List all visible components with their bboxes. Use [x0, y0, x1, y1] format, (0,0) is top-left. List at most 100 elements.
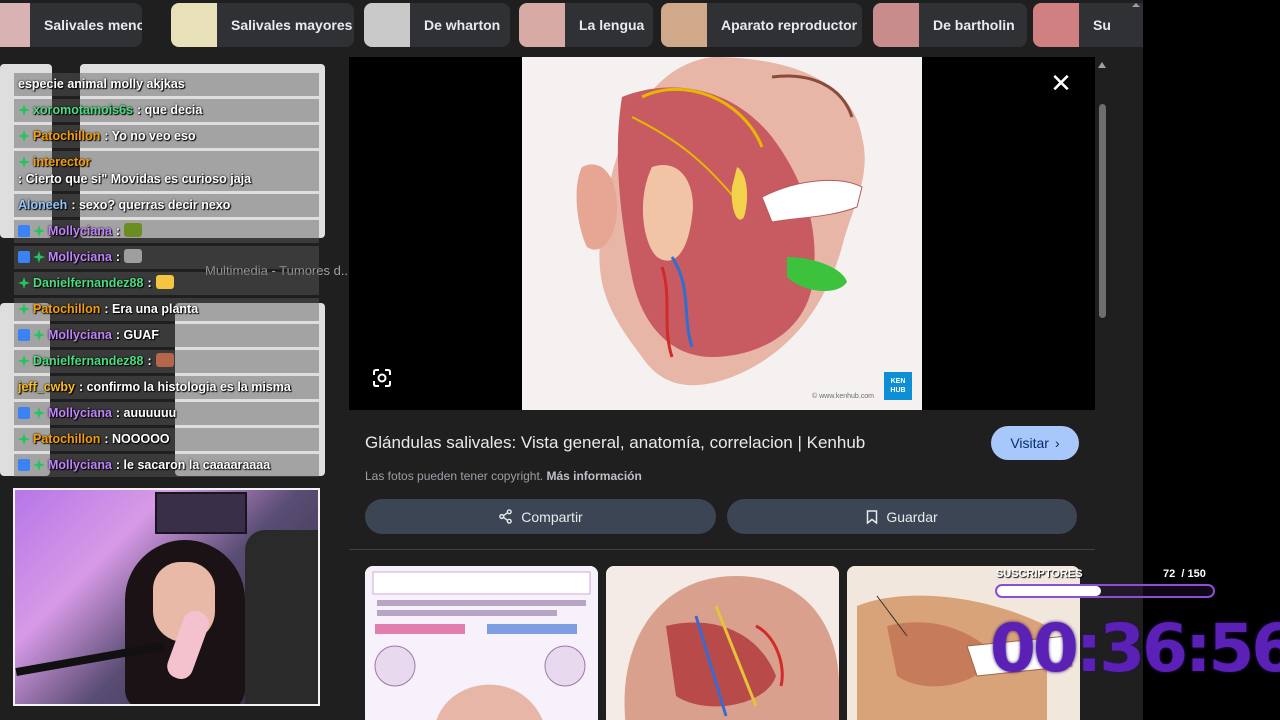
chat-text: : que decia — [137, 103, 203, 117]
chat-message: Patochillon : Yo no veo eso — [14, 125, 319, 148]
image-preview-panel: KEN HUB © www.kenhub.com ✕ Glándulas sal… — [349, 57, 1095, 720]
related-images — [365, 566, 1080, 720]
chat-text: : NOOOOO — [104, 432, 170, 446]
chip-thumbnail — [0, 3, 30, 47]
chat-text: : confirmo la histologia es la misma — [78, 380, 291, 394]
more-info-link[interactable]: Más información — [546, 469, 641, 483]
chip-label: Su — [1093, 17, 1111, 33]
chat-username[interactable]: xoromotamois6s — [33, 102, 133, 119]
chat-username[interactable]: Aloneeh — [18, 197, 67, 214]
chip-0[interactable]: Salivales menores — [0, 3, 142, 47]
chat-username[interactable]: interector — [33, 154, 91, 171]
chat-username[interactable]: Mollyciana — [48, 223, 112, 240]
chip-6[interactable]: Su — [1033, 3, 1143, 47]
chat-text: : — [147, 276, 152, 290]
share-button[interactable]: Compartir — [365, 499, 716, 534]
chat-message: Mollyciana: GUAF — [14, 324, 319, 347]
chat-text: : — [115, 224, 121, 238]
chip-thumbnail — [1033, 3, 1079, 47]
image-watermark: © www.kenhub.com — [812, 393, 874, 400]
chip-label: Salivales menores — [44, 17, 142, 33]
chat-text: : Era una planta — [104, 302, 199, 316]
sub-badge-icon — [33, 329, 45, 341]
page-scroll-up-icon[interactable] — [1131, 0, 1141, 10]
vip-badge-icon — [18, 225, 30, 237]
chat-username[interactable]: Patochillon — [33, 431, 100, 448]
chat-text: : GUAF — [115, 328, 159, 342]
chip-label: De bartholin — [933, 17, 1015, 33]
chat-text: : sexo? querras decir nexo — [71, 198, 231, 212]
chat-username[interactable]: Patochillon — [33, 128, 100, 145]
share-label: Compartir — [521, 508, 583, 525]
chat-text: : — [147, 354, 152, 368]
chat-message: Patochillon : Era una planta — [14, 298, 319, 321]
kenhub-logo: KEN HUB — [884, 372, 912, 400]
chip-label: De wharton — [424, 17, 501, 33]
related-image-2[interactable] — [606, 566, 839, 720]
chat-username[interactable]: jeff_cwby — [18, 379, 75, 396]
chip-label: Salivales mayores — [231, 17, 353, 33]
chat-username[interactable]: Patochillon — [33, 301, 100, 318]
sub-badge-icon — [18, 355, 30, 367]
subs-progress-bar — [995, 584, 1215, 598]
scroll-up-arrow-icon[interactable] — [1098, 62, 1106, 68]
visit-button[interactable]: Visitar › — [991, 426, 1079, 460]
chip-thumbnail — [519, 3, 565, 47]
chat-message: Danielfernandez88: — [14, 272, 319, 295]
chat-emote-icon — [155, 353, 174, 367]
chat-message: jeff_cwby: confirmo la histologia es la … — [14, 376, 319, 399]
subs-total: / 150 — [1181, 568, 1206, 580]
chip-thumbnail — [873, 3, 919, 47]
sub-badge-icon — [18, 104, 30, 116]
chat-message: Mollyciana: — [14, 220, 319, 243]
gaming-chair — [245, 530, 318, 704]
sub-badge-icon — [33, 225, 45, 237]
chat-username[interactable]: Mollyciana — [48, 457, 112, 474]
chat-username[interactable]: Mollyciana — [48, 405, 112, 422]
visit-label: Visitar — [1010, 435, 1049, 451]
sub-badge-icon — [33, 251, 45, 263]
save-button[interactable]: Guardar — [727, 499, 1077, 534]
subs-goal-count: 72 / 150 — [1163, 568, 1206, 580]
sub-badge-icon — [18, 156, 30, 168]
copyright-notice: Las fotos pueden tener copyright. Más in… — [365, 469, 642, 483]
related-image-1[interactable] — [365, 566, 598, 720]
chat-username[interactable]: Mollyciana — [48, 249, 112, 266]
chat-emote-icon — [124, 249, 143, 263]
stream-timer: 00:36:56 — [990, 610, 1280, 687]
chat-username[interactable]: Mollyciana — [48, 327, 112, 344]
chip-label: La lengua — [579, 17, 645, 33]
chat-username[interactable]: Danielfernandez88 — [33, 353, 143, 370]
chat-username[interactable]: Danielfernandez88 — [33, 275, 143, 292]
preview-title[interactable]: Glándulas salivales: Vista general, anat… — [365, 433, 865, 453]
chip-thumbnail — [661, 3, 707, 47]
salivary-glands-image[interactable]: KEN HUB © www.kenhub.com — [522, 57, 922, 410]
subs-progress-fill — [997, 586, 1101, 596]
chat-text: especie animal molly akjkas — [18, 77, 185, 91]
chat-message: Mollyciana: — [14, 246, 319, 269]
sub-badge-icon — [18, 277, 30, 289]
chip-1[interactable]: Salivales mayores — [171, 3, 354, 47]
image-viewer: KEN HUB © www.kenhub.com ✕ — [349, 57, 1095, 410]
save-label: Guardar — [886, 508, 938, 525]
chat-message: Patochillon : NOOOOO — [14, 428, 319, 451]
chat-emote-icon — [155, 275, 174, 289]
chat-text: : — [115, 250, 121, 264]
google-lens-icon[interactable] — [372, 368, 392, 388]
chip-5[interactable]: De bartholin — [873, 3, 1027, 47]
chat-message: interector: Cierto que si" Movidas es cu… — [14, 151, 319, 191]
chip-label: Aparato reproductor — [721, 17, 858, 33]
chip-thumbnail — [171, 3, 217, 47]
chevron-right-icon: › — [1054, 435, 1060, 451]
sub-badge-icon — [33, 459, 45, 471]
close-icon[interactable]: ✕ — [1049, 70, 1073, 96]
preview-scrollbar-thumb[interactable] — [1099, 104, 1106, 318]
chip-3[interactable]: La lengua — [519, 3, 653, 47]
chip-4[interactable]: Aparato reproductor — [661, 3, 862, 47]
chip-2[interactable]: De wharton — [364, 3, 510, 47]
chat-text: : Yo no veo eso — [104, 129, 196, 143]
vip-badge-icon — [18, 459, 30, 471]
vip-badge-icon — [18, 329, 30, 341]
vip-badge-icon — [18, 407, 30, 419]
chat-message: especie animal molly akjkas — [14, 73, 319, 96]
